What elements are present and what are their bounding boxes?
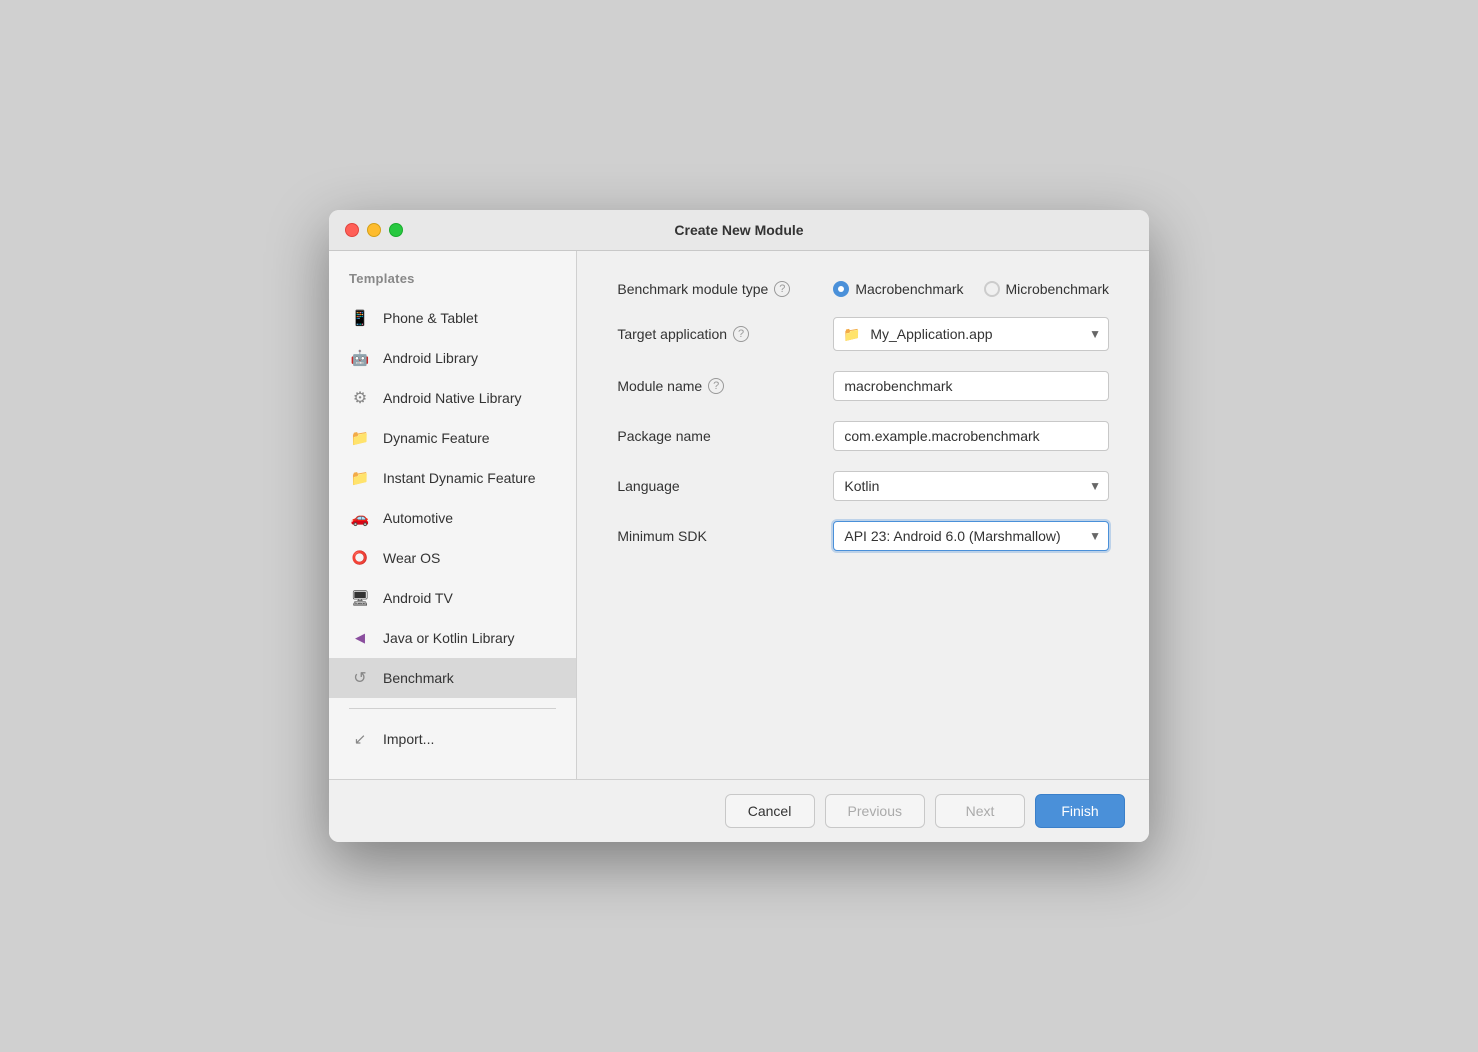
next-button[interactable]: Next [935,794,1025,828]
sidebar-item-label: Phone & Tablet [383,310,478,326]
wear-icon [349,547,371,569]
sidebar-item-label: Benchmark [383,670,454,686]
sidebar-item-label: Android TV [383,590,453,606]
sidebar-item-label: Import... [383,731,434,747]
title-bar: Create New Module [329,210,1149,251]
sidebar-item-android-native[interactable]: Android Native Library [329,378,576,418]
benchmark-module-type-row: Benchmark module type ? Macrobenchmark M… [617,281,1109,297]
package-name-label: Package name [617,428,817,444]
automotive-icon [349,507,371,529]
sidebar-item-label: Instant Dynamic Feature [383,470,536,486]
sidebar-item-wear-os[interactable]: Wear OS [329,538,576,578]
language-row: Language Kotlin ▼ [617,471,1109,501]
sidebar-item-label: Dynamic Feature [383,430,490,446]
sidebar-item-label: Automotive [383,510,453,526]
minimum-sdk-row: Minimum SDK API 23: Android 6.0 (Marshma… [617,521,1109,551]
language-select[interactable]: Kotlin [833,471,1109,501]
minimum-sdk-select[interactable]: API 23: Android 6.0 (Marshmallow) [833,521,1109,551]
microbenchmark-label: Microbenchmark [1006,281,1109,297]
minimum-sdk-label: Minimum SDK [617,528,817,544]
target-application-help[interactable]: ? [733,326,749,342]
module-name-label: Module name ? [617,378,817,394]
benchmark-module-type-label: Benchmark module type ? [617,281,817,297]
dynamic-icon [349,427,371,449]
package-name-row: Package name [617,421,1109,451]
sidebar-item-android-tv[interactable]: Android TV [329,578,576,618]
phone-icon [349,307,371,329]
microbenchmark-option[interactable]: Microbenchmark [984,281,1109,297]
create-new-module-dialog: Create New Module Templates Phone & Tabl… [329,210,1149,842]
tv-icon [349,587,371,609]
macrobenchmark-label: Macrobenchmark [855,281,963,297]
traffic-lights [345,223,403,237]
benchmark-module-type-help[interactable]: ? [774,281,790,297]
sidebar-item-label: Wear OS [383,550,440,566]
dialog-body: Templates Phone & Tablet Android Library… [329,251,1149,779]
macrobenchmark-option[interactable]: Macrobenchmark [833,281,963,297]
language-wrapper: Kotlin ▼ [833,471,1109,501]
language-label: Language [617,478,817,494]
cancel-button[interactable]: Cancel [725,794,815,828]
sidebar-item-benchmark[interactable]: Benchmark [329,658,576,698]
target-application-select[interactable]: My_Application.app [833,317,1109,351]
native-icon [349,387,371,409]
macrobenchmark-radio[interactable] [833,281,849,297]
microbenchmark-radio[interactable] [984,281,1000,297]
sidebar-item-instant-dynamic[interactable]: Instant Dynamic Feature [329,458,576,498]
finish-button[interactable]: Finish [1035,794,1125,828]
benchmark-module-type-radio-group: Macrobenchmark Microbenchmark [833,281,1109,297]
sidebar: Templates Phone & Tablet Android Library… [329,251,577,779]
sidebar-item-android-library[interactable]: Android Library [329,338,576,378]
android-icon [349,347,371,369]
sidebar-divider [349,708,556,709]
minimum-sdk-wrapper: API 23: Android 6.0 (Marshmallow) ▼ [833,521,1109,551]
dialog-footer: Cancel Previous Next Finish [329,779,1149,842]
module-name-input[interactable] [833,371,1109,401]
module-name-help[interactable]: ? [708,378,724,394]
minimize-button[interactable] [367,223,381,237]
close-button[interactable] [345,223,359,237]
main-content: Benchmark module type ? Macrobenchmark M… [577,251,1149,779]
sidebar-item-phone-tablet[interactable]: Phone & Tablet [329,298,576,338]
sidebar-header: Templates [329,271,576,298]
module-name-row: Module name ? [617,371,1109,401]
target-application-wrapper: 📁 My_Application.app ▼ [833,317,1109,351]
sidebar-item-dynamic-feature[interactable]: Dynamic Feature [329,418,576,458]
sidebar-item-label: Android Library [383,350,478,366]
dialog-title: Create New Module [674,222,803,238]
target-application-row: Target application ? 📁 My_Application.ap… [617,317,1109,351]
sidebar-item-kotlin-library[interactable]: Java or Kotlin Library [329,618,576,658]
benchmark-icon [349,667,371,689]
sidebar-item-label: Java or Kotlin Library [383,630,515,646]
previous-button[interactable]: Previous [825,794,925,828]
sidebar-item-import[interactable]: Import... [329,719,576,759]
package-name-input[interactable] [833,421,1109,451]
import-icon [349,728,371,750]
maximize-button[interactable] [389,223,403,237]
kotlin-icon [349,627,371,649]
sidebar-item-label: Android Native Library [383,390,522,406]
target-application-label: Target application ? [617,326,817,342]
instant-icon [349,467,371,489]
sidebar-item-automotive[interactable]: Automotive [329,498,576,538]
